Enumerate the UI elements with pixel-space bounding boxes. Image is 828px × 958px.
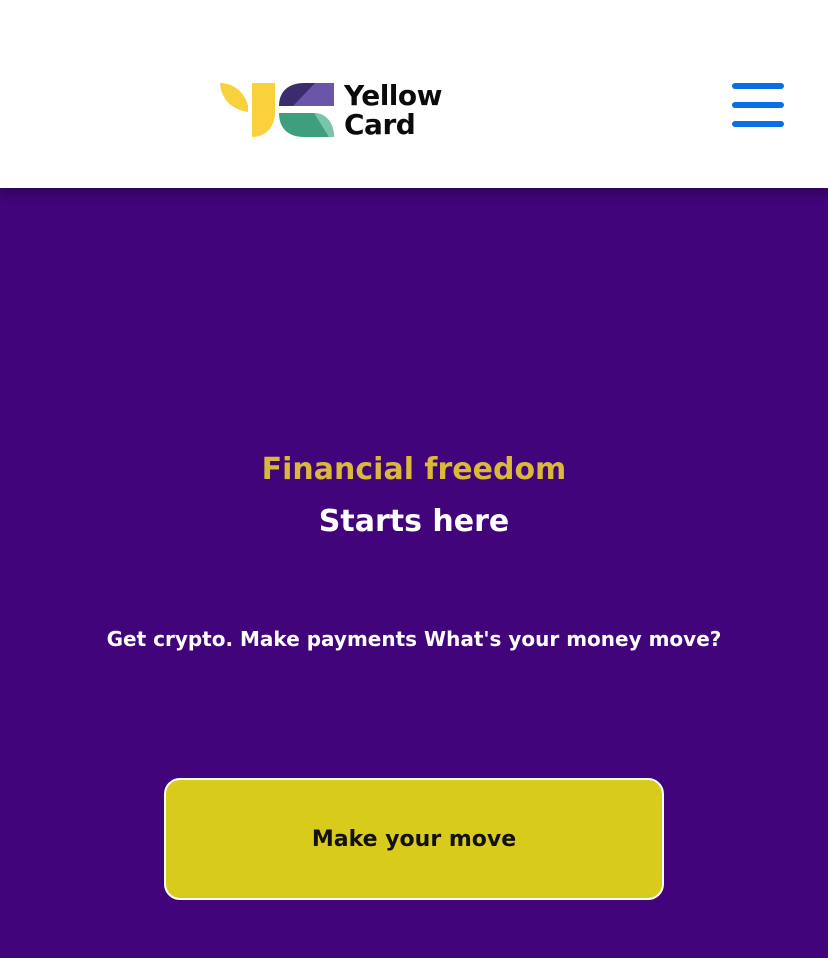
site-header: Yellow Card (0, 0, 828, 188)
hero-title: Financial freedom (261, 452, 567, 487)
menu-bar-top (732, 83, 784, 89)
hero-tagline: Get crypto. Make payments What's your mo… (106, 627, 722, 651)
logo-text-line2: Card (344, 108, 416, 141)
menu-bar-bottom (732, 121, 784, 127)
hero-section: Financial freedom Starts here Get crypto… (0, 188, 828, 958)
menu-bar-middle (732, 102, 784, 108)
logo-wordmark: Yellow Card (344, 81, 469, 139)
hamburger-menu-button[interactable] (728, 80, 788, 132)
logo-text-line1: Yellow (344, 79, 443, 112)
make-your-move-button[interactable]: Make your move (164, 778, 664, 900)
yellow-card-logo[interactable]: Yellow Card (219, 81, 464, 140)
yellow-card-logo-mark-icon (220, 83, 334, 137)
hero-subtitle: Starts here (318, 504, 510, 539)
